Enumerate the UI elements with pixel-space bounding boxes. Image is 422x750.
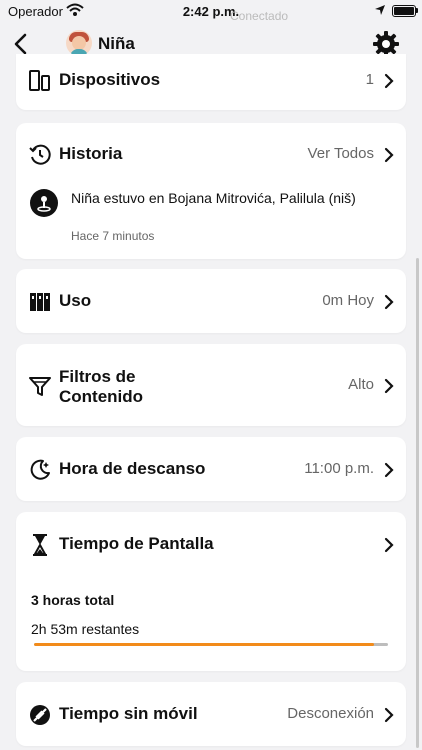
history-entry-time: Hace 7 minutos [71,229,155,243]
moon-icon [28,458,52,482]
chevron-right-icon [384,378,394,394]
clock: 2:42 p.m. [182,4,240,19]
usage-icon [28,290,52,314]
chevron-right-icon [384,707,394,723]
view-all-link[interactable]: Ver Todos [308,145,374,162]
content-filters-label-line2: Contenido [59,387,144,406]
screen-time-label: Tiempo de Pantalla [59,534,214,553]
scrollbar[interactable] [416,258,419,748]
screen-time-progress-fill [34,643,374,646]
usage-card[interactable]: Uso 0m Hoy [16,269,406,333]
content-filters-value: Alto [348,376,374,393]
history-entry-place: Bojana Mitrovića, Palilula (niš) [168,190,356,206]
bedtime-card[interactable]: Hora de descanso 11:00 p.m. [16,437,406,501]
chevron-right-icon [384,294,394,310]
avatar [66,30,92,56]
screen-time-total: 3 horas total [31,592,115,608]
offline-time-label: Tiempo sin móvil [59,704,198,723]
screen-time-progress [34,643,388,646]
history-label: Historia [59,144,123,163]
battery-icon [392,5,416,17]
screen-time-card[interactable]: Tiempo de Pantalla 3 horas total 2h 53m … [16,512,406,671]
content-filters-label: Filtros de Contenido [59,367,143,407]
content-filters-card[interactable]: Filtros de Contenido Alto [16,344,406,426]
connection-ghost-text: Conectado [230,9,289,23]
offline-time-value: Desconexión [287,705,374,722]
offline-time-card[interactable]: Tiempo sin móvil Desconexión [16,682,406,746]
usage-label: Uso [59,291,92,310]
filter-icon [28,374,52,398]
usage-value: 0m Hoy [322,292,374,309]
bedtime-label: Hora de descanso [59,459,206,478]
no-phone-icon [28,703,52,727]
devices-label: Dispositivos [59,70,161,89]
content-filters-label-line1: Filtros de [59,367,136,386]
screen-time-remaining: 2h 53m restantes [31,621,140,637]
chevron-right-icon [384,462,394,478]
devices-count: 1 [365,71,374,88]
chevron-right-icon [384,537,394,553]
location-pin-icon [30,189,58,217]
child-name: Niña [98,34,135,53]
chevron-right-icon [384,147,394,163]
history-entry: Niña estuvo en Bojana Mitrovića, Palilul… [71,189,371,208]
bedtime-value: 11:00 p.m. [304,460,374,477]
location-arrow-icon [374,4,386,19]
devices-card[interactable]: Dispositivos 1 [16,54,406,110]
status-bar: Operador 2:42 p.m. [0,0,422,24]
history-card[interactable]: Historia Ver Todos Niña estuvo en Bojana… [16,123,406,259]
battery-tip [416,8,418,13]
chevron-right-icon [384,73,394,89]
devices-icon [28,69,52,93]
history-entry-prefix: Niña estuvo en [71,190,169,206]
history-icon [28,143,52,167]
hourglass-icon [28,533,52,557]
